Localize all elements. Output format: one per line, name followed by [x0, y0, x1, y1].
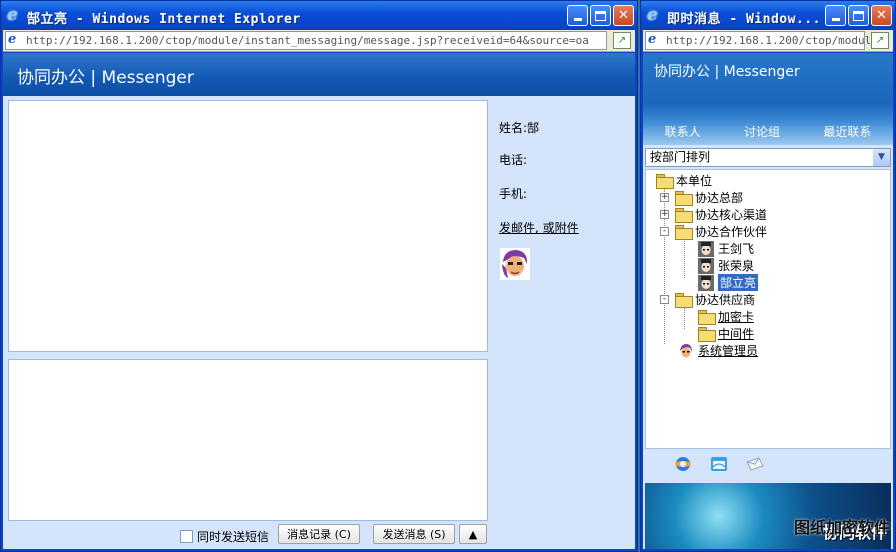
page-status-icon[interactable]: ↗ [613, 32, 631, 49]
message-history-button[interactable]: 消息记录 (C) [278, 524, 360, 544]
message-history-pane[interactable] [8, 100, 488, 352]
url-text: http://192.168.1.200/ctop/module [666, 34, 878, 47]
tree-node-label: 郜立亮 [718, 274, 759, 291]
folder-icon [675, 191, 693, 206]
tree-node-person[interactable]: 王剑飞 [698, 240, 754, 257]
contact-tree: 本单位 + 协达总部 + 协达核心渠道 - 协达合作伙伴 王剑飞 张荣泉 郜立亮… [645, 169, 891, 449]
folder-icon [698, 327, 716, 342]
send-mail-link[interactable]: 发邮件, 或附件 [499, 221, 579, 235]
folder-icon [675, 208, 693, 223]
ie-logo-icon: e [647, 5, 658, 25]
message-window: e 郜立亮 - Windows Internet Explorer ✕ e ht… [0, 0, 638, 552]
address-field[interactable]: e http://192.168.1.200/ctop/module/insta… [5, 31, 607, 50]
messenger-page: 协同办公 | Messenger 姓名:郜 电话: 手机: 发邮件, 或附件 同… [3, 53, 635, 549]
admin-person-icon [678, 342, 694, 359]
expand-icon[interactable]: + [660, 193, 669, 202]
user-avatar-icon [500, 248, 530, 280]
chevron-down-icon[interactable]: ▼ [873, 149, 890, 166]
tree-node-label: 协达总部 [695, 191, 744, 205]
tree-node-label: 协达供应商 [695, 293, 756, 307]
person-icon [698, 274, 714, 291]
folder-open-icon [675, 293, 693, 308]
maximize-button[interactable] [848, 5, 869, 26]
bottom-toolbar: 同时发送短信 消息记录 (C) 发送消息 (S) ▲ [3, 521, 635, 549]
close-button[interactable]: ✕ [613, 5, 634, 26]
window-icon[interactable] [709, 455, 729, 473]
tab-groups[interactable]: 讨论组 [744, 123, 780, 140]
ie-logo-icon: e [7, 5, 18, 25]
sort-select[interactable]: 按部门排列 ▼ [645, 148, 891, 167]
tree-node-label: 加密卡 [718, 310, 755, 324]
person-icon [698, 257, 714, 274]
window-title: 郜立亮 - Windows Internet Explorer [27, 12, 301, 27]
folder-open-icon [675, 225, 693, 240]
tree-node-label: 王剑飞 [718, 242, 755, 256]
window-title: 即时消息 - Window... [667, 12, 821, 27]
tab-contacts[interactable]: 联系人 [665, 123, 701, 140]
tree-node-channel[interactable]: + 协达核心渠道 [660, 206, 767, 223]
tree-node-middleware[interactable]: 中间件 [698, 325, 754, 342]
message-input-area[interactable] [8, 359, 488, 521]
instant-message-window: e 即时消息 - Window... ✕ e http://192.168.1.… [640, 0, 896, 552]
send-mail-link-wrap: 发邮件, 或附件 [499, 219, 579, 236]
mail-icon[interactable] [745, 455, 765, 473]
page-icon: e [648, 32, 657, 47]
person-icon [698, 240, 714, 257]
page-status-icon[interactable]: ↗ [871, 32, 889, 49]
contact-phone: 电话: [499, 153, 528, 167]
maximize-button[interactable] [590, 5, 611, 26]
address-bar: e http://192.168.1.200/ctop/module/insta… [3, 30, 635, 52]
sms-label: 同时发送短信 [197, 530, 270, 544]
expand-up-button[interactable]: ▲ [459, 524, 487, 544]
tree-node-label: 系统管理员 [698, 344, 759, 358]
contact-name: 姓名:郜 [499, 121, 540, 135]
url-text: http://192.168.1.200/ctop/module/instant… [26, 34, 589, 47]
tree-node-label: 本单位 [676, 174, 713, 188]
close-button[interactable]: ✕ [871, 5, 892, 26]
address-field[interactable]: e http://192.168.1.200/ctop/module [645, 31, 878, 50]
contacts-icon[interactable] [673, 455, 693, 473]
tree-node-partners[interactable]: - 协达合作伙伴 [660, 223, 767, 240]
tree-node-root[interactable]: 本单位 [656, 172, 712, 189]
title-bar[interactable]: e 郜立亮 - Windows Internet Explorer ✕ [1, 1, 637, 30]
bottom-tools [673, 455, 765, 473]
tree-node-label: 协达核心渠道 [695, 208, 768, 222]
collapse-icon[interactable]: - [660, 295, 669, 304]
address-bar: e http://192.168.1.200/ctop/module ↗ [643, 30, 893, 52]
messenger-banner: 协同办公 | Messenger 联系人 讨论组 最近联系 [643, 53, 893, 145]
minimize-button[interactable] [567, 5, 588, 26]
brand-title: 协同办公 | Messenger [654, 64, 800, 80]
brand-title: 协同办公 | Messenger [17, 68, 194, 88]
tree-node-suppliers[interactable]: - 协达供应商 [660, 291, 755, 308]
expand-icon[interactable]: + [660, 210, 669, 219]
minimize-button[interactable] [825, 5, 846, 26]
tree-node-label: 张荣泉 [718, 259, 755, 273]
collapse-icon[interactable]: - [660, 227, 669, 236]
tree-node-admin[interactable]: 系统管理员 [678, 342, 758, 359]
folder-open-icon [656, 174, 674, 189]
tree-node-hq[interactable]: + 协达总部 [660, 189, 743, 206]
sms-checkbox[interactable] [180, 530, 193, 543]
tree-node-encryption-card[interactable]: 加密卡 [698, 308, 754, 325]
contacts-page: 协同办公 | Messenger 联系人 讨论组 最近联系 按部门排列 ▼ 本单… [643, 53, 893, 549]
sort-select-value: 按部门排列 [650, 150, 711, 164]
watermark: 图纸加密软件 [793, 518, 890, 537]
sms-option[interactable]: 同时发送短信 [180, 528, 269, 545]
messenger-banner: 协同办公 | Messenger [3, 53, 635, 96]
page-icon: e [8, 32, 17, 47]
tree-node-person[interactable]: 张荣泉 [698, 257, 754, 274]
tree-node-label: 中间件 [718, 327, 755, 341]
folder-icon [698, 310, 716, 325]
contact-mobile: 手机: [499, 187, 528, 201]
tree-node-person-selected[interactable]: 郜立亮 [698, 274, 759, 291]
title-bar[interactable]: e 即时消息 - Window... ✕ [641, 1, 895, 30]
tab-recent[interactable]: 最近联系 [823, 123, 871, 140]
send-message-button[interactable]: 发送消息 (S) [373, 524, 455, 544]
tree-node-label: 协达合作伙伴 [695, 225, 768, 239]
contact-tabs: 联系人 讨论组 最近联系 [643, 119, 893, 143]
